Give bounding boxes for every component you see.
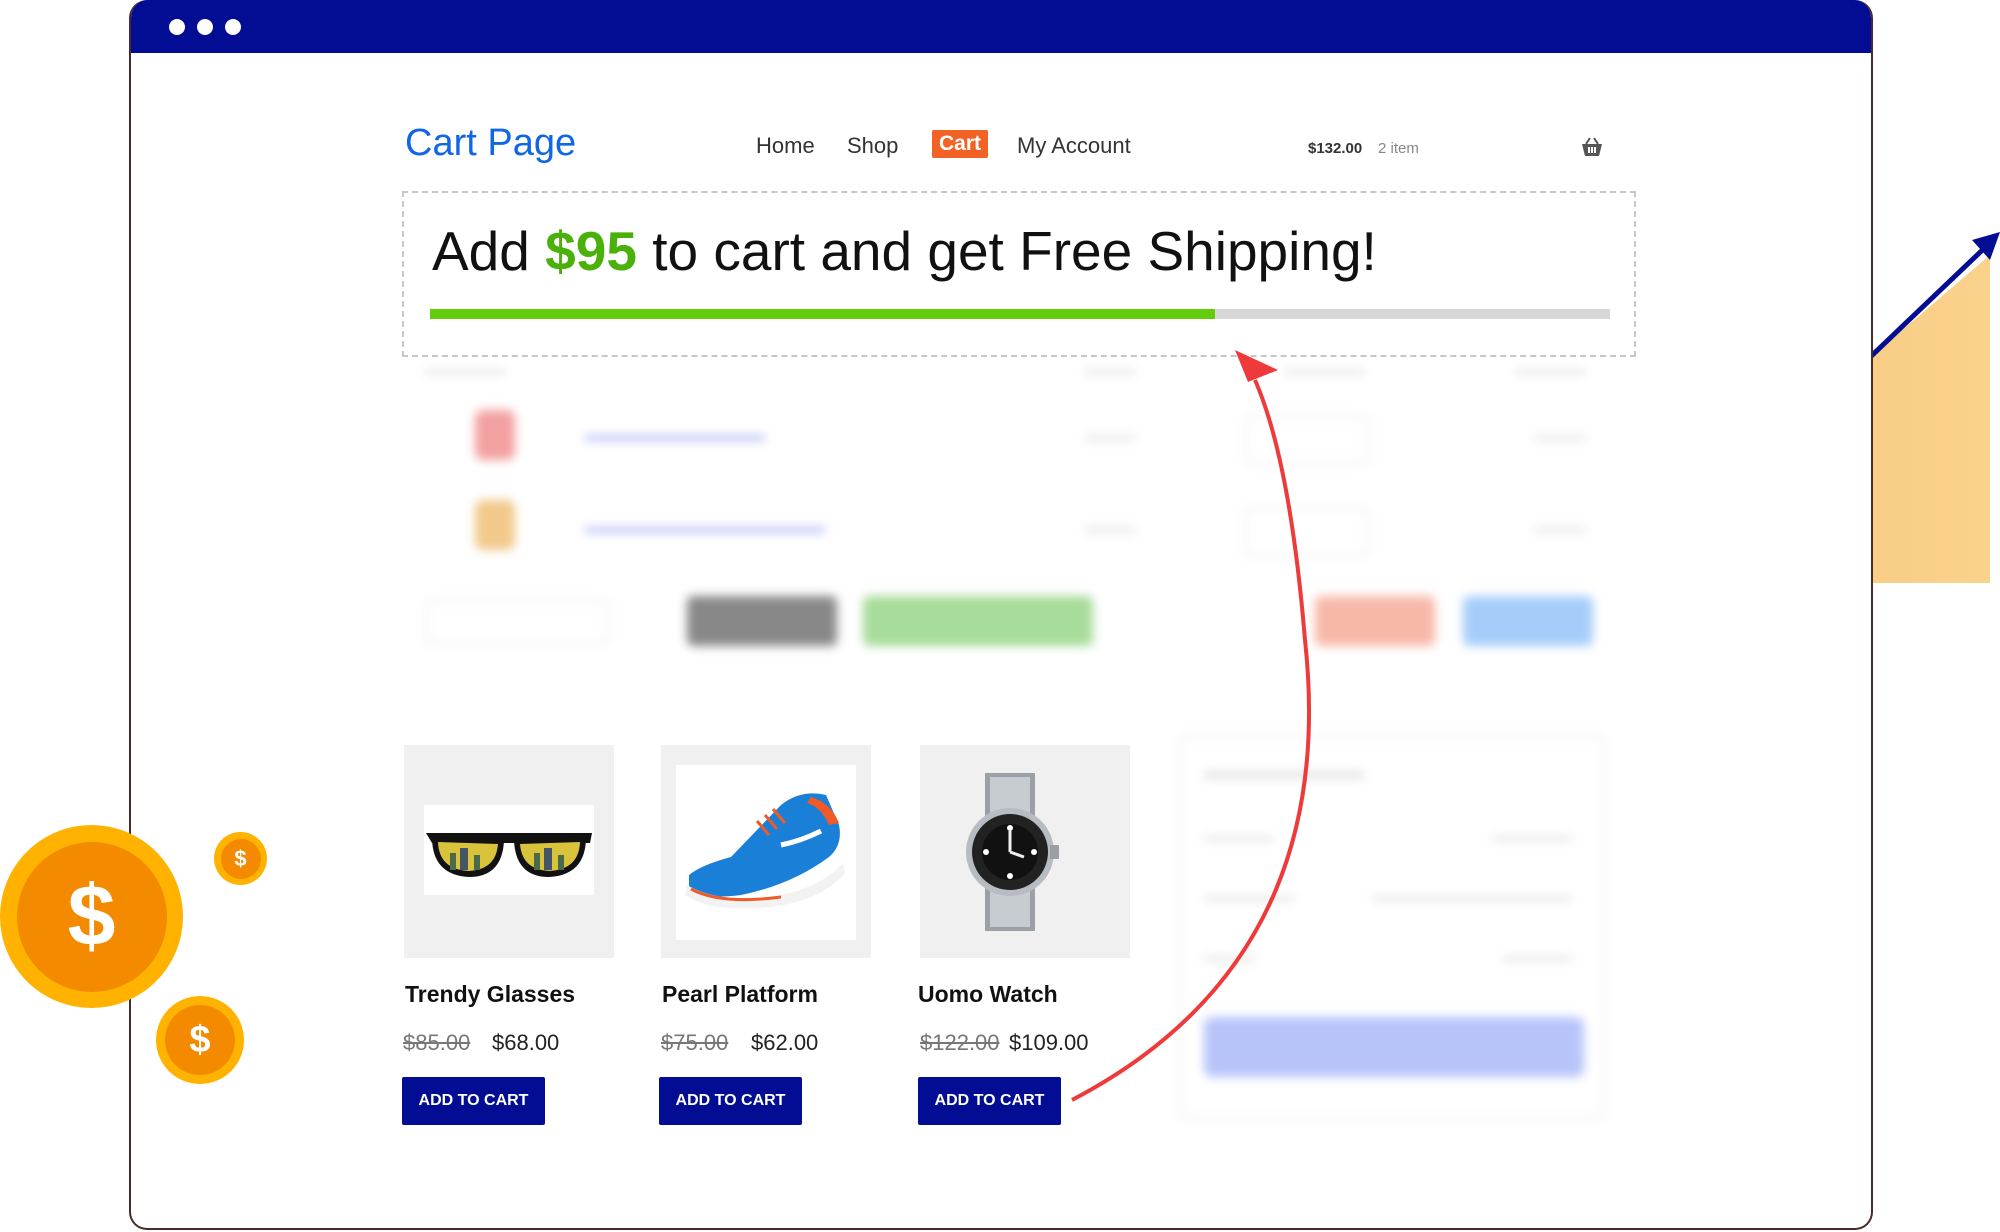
nav-home[interactable]: Home xyxy=(756,133,815,159)
header-cart-total[interactable]: $132.00 xyxy=(1308,140,1362,157)
window-dot-icon[interactable] xyxy=(197,19,213,35)
product-name[interactable]: Uomo Watch xyxy=(918,981,1058,1008)
coin-icon: $ xyxy=(0,825,183,1008)
product-image-trendy-glasses[interactable] xyxy=(404,745,614,958)
sunglasses-image xyxy=(424,805,594,895)
product-old-price: $122.00 xyxy=(920,1030,1000,1055)
window-dot-icon[interactable] xyxy=(169,19,185,35)
nav-cart[interactable]: Cart xyxy=(932,130,989,158)
product-old-price: $75.00 xyxy=(661,1030,729,1055)
sneaker-image xyxy=(676,765,856,940)
shipping-progress-fill xyxy=(430,309,1215,319)
nav-my-account[interactable]: My Account xyxy=(1017,133,1131,159)
product-price: $62.00 xyxy=(751,1030,819,1055)
product-image-pearl-platform[interactable] xyxy=(661,745,871,958)
remaining-amount: $95 xyxy=(545,220,637,282)
free-shipping-message: Add $95 to cart and get Free Shipping! xyxy=(432,219,1377,283)
basket-icon[interactable] xyxy=(1580,136,1604,158)
blurred-cart-table xyxy=(405,360,1605,660)
shipping-progress-track xyxy=(430,309,1610,319)
coin-icon: $ xyxy=(156,996,244,1084)
add-to-cart-button[interactable]: ADD TO CART xyxy=(659,1077,802,1125)
nav-shop[interactable]: Shop xyxy=(847,133,898,159)
add-to-cart-button[interactable]: ADD TO CART xyxy=(918,1077,1061,1125)
product-old-price: $85.00 xyxy=(403,1030,471,1055)
message-prefix: Add xyxy=(432,220,530,282)
message-suffix: to cart and get Free Shipping! xyxy=(652,220,1377,282)
add-to-cart-button[interactable]: ADD TO CART xyxy=(402,1077,545,1125)
coin-icon: $ xyxy=(214,832,267,885)
curved-arrow-icon xyxy=(1071,350,1312,1102)
free-shipping-banner: Add $95 to cart and get Free Shipping! xyxy=(402,191,1636,357)
window-titlebar xyxy=(131,0,1871,53)
site-brand[interactable]: Cart Page xyxy=(405,122,576,165)
product-name[interactable]: Trendy Glasses xyxy=(405,981,575,1008)
window-dot-icon[interactable] xyxy=(225,19,241,35)
product-name[interactable]: Pearl Platform xyxy=(662,981,818,1008)
header-cart-count[interactable]: 2 item xyxy=(1378,140,1419,157)
product-price: $68.00 xyxy=(492,1030,560,1055)
